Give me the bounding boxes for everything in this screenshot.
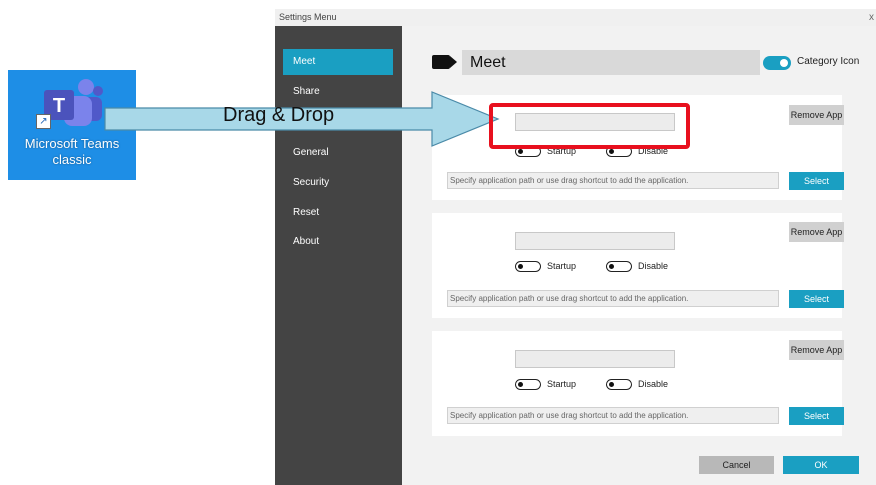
desktop-icon-label-line2: classic (52, 152, 92, 167)
sidebar-item-reset[interactable]: Reset (283, 200, 393, 226)
remove-app-button[interactable]: Remove App (789, 340, 844, 360)
disable-toggle[interactable] (606, 261, 632, 272)
window-title: Settings Menu (279, 12, 337, 22)
startup-toggle[interactable] (515, 379, 541, 390)
disable-toggle[interactable] (606, 379, 632, 390)
startup-label: Startup (547, 379, 577, 389)
drop-target-highlight (489, 103, 690, 149)
teams-logo-icon: T (44, 79, 103, 126)
category-icon-toggle[interactable] (763, 56, 791, 70)
disable-label: Disable (638, 379, 669, 389)
sidebar-item-meet[interactable]: Meet (283, 49, 393, 75)
sidebar-item-security[interactable]: Security (283, 170, 393, 196)
app-card: Remove App Startup Disable Specify appli… (432, 213, 844, 318)
sidebar-item-about[interactable]: About (283, 229, 393, 255)
remove-app-button[interactable]: Remove App (789, 222, 844, 242)
startup-toggle[interactable] (515, 261, 541, 272)
category-icon-label: Category Icon (797, 56, 860, 67)
settings-window: Settings Menu x Meet Share General Secur… (275, 9, 876, 485)
select-button[interactable]: Select (789, 290, 844, 308)
app-name-field[interactable] (515, 350, 675, 368)
cancel-button[interactable]: Cancel (699, 456, 774, 474)
app-name-field[interactable] (515, 232, 675, 250)
app-card: Remove App Startup Disable Specify appli… (432, 331, 844, 436)
teams-logo-letter: T (53, 95, 65, 117)
disable-label: Disable (638, 261, 669, 271)
video-camera-icon (432, 55, 450, 69)
ok-button[interactable]: OK (783, 456, 859, 474)
startup-label: Startup (547, 261, 577, 271)
category-name-field[interactable]: Meet (462, 50, 760, 75)
app-path-input[interactable]: Specify application path or use drag sho… (447, 407, 779, 424)
remove-app-button[interactable]: Remove App (789, 105, 844, 125)
drag-drop-label: Drag & Drop (223, 104, 335, 126)
shortcut-arrow-icon: ↗ (36, 114, 51, 129)
close-icon[interactable]: x (869, 9, 874, 26)
app-path-input[interactable]: Specify application path or use drag sho… (447, 172, 779, 189)
select-button[interactable]: Select (789, 172, 844, 190)
app-path-input[interactable]: Specify application path or use drag sho… (447, 290, 779, 307)
select-button[interactable]: Select (789, 407, 844, 425)
window-titlebar: Settings Menu x (275, 9, 876, 26)
